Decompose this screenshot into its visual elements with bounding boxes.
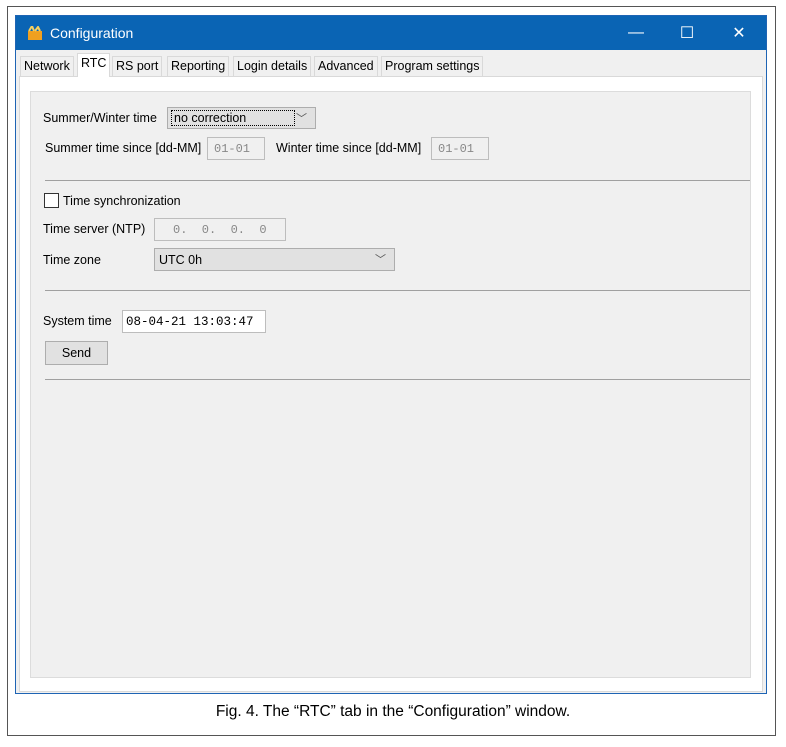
dst-select[interactable]: no correction ﹀ <box>167 107 316 129</box>
app-icon <box>28 26 42 40</box>
time-zone-select[interactable]: UTC 0h ﹀ <box>154 248 395 271</box>
figure-caption: Fig. 4. The “RTC” tab in the “Configurat… <box>215 703 571 720</box>
tab-advanced[interactable]: Advanced <box>314 56 378 76</box>
configuration-window: Configuration — ☐ ✕ Network RTC RS port … <box>15 15 767 694</box>
tab-rs-port[interactable]: RS port <box>112 56 163 76</box>
chevron-down-icon: ﹀ <box>375 254 386 266</box>
summer-label: Summer time since [dd-MM] <box>45 141 202 155</box>
tab-rtc[interactable]: RTC <box>77 53 111 77</box>
winter-label: Winter time since [dd-MM] <box>276 141 422 155</box>
title-bar: Configuration — ☐ ✕ <box>16 16 766 50</box>
tab-program-settings[interactable]: Program settings <box>381 56 484 76</box>
dst-label: Summer/Winter time <box>43 111 157 125</box>
ntp-server-field[interactable]: 0. 0. 0. 0 <box>154 218 286 241</box>
summer-date-field[interactable]: 01-01 <box>207 137 265 160</box>
dst-value: no correction <box>171 110 295 126</box>
send-button[interactable]: Send <box>45 341 108 365</box>
window-title: Configuration <box>50 25 134 41</box>
chevron-down-icon: ﹀ <box>296 113 307 125</box>
tab-network[interactable]: Network <box>20 56 74 76</box>
maximize-button[interactable]: ☐ <box>664 16 710 50</box>
separator <box>45 290 750 291</box>
tab-login-details[interactable]: Login details <box>233 56 312 76</box>
time-zone-label: Time zone <box>43 253 101 267</box>
ntp-label: Time server (NTP) <box>43 222 146 236</box>
rtc-panel: Summer/Winter time no correction ﹀ Summe… <box>30 91 751 678</box>
separator <box>45 379 750 380</box>
separator <box>45 180 750 181</box>
tab-reporting[interactable]: Reporting <box>167 56 230 76</box>
system-time-field[interactable]: 08-04-21 13:03:47 <box>122 310 266 333</box>
time-zone-value: UTC 0h <box>159 252 203 267</box>
minimize-button[interactable]: — <box>613 16 659 50</box>
time-sync-checkbox[interactable] <box>44 193 59 208</box>
time-sync-label: Time synchronization <box>63 194 181 208</box>
winter-date-field[interactable]: 01-01 <box>431 137 489 160</box>
system-time-label: System time <box>43 314 112 328</box>
close-button[interactable]: ✕ <box>716 16 762 50</box>
